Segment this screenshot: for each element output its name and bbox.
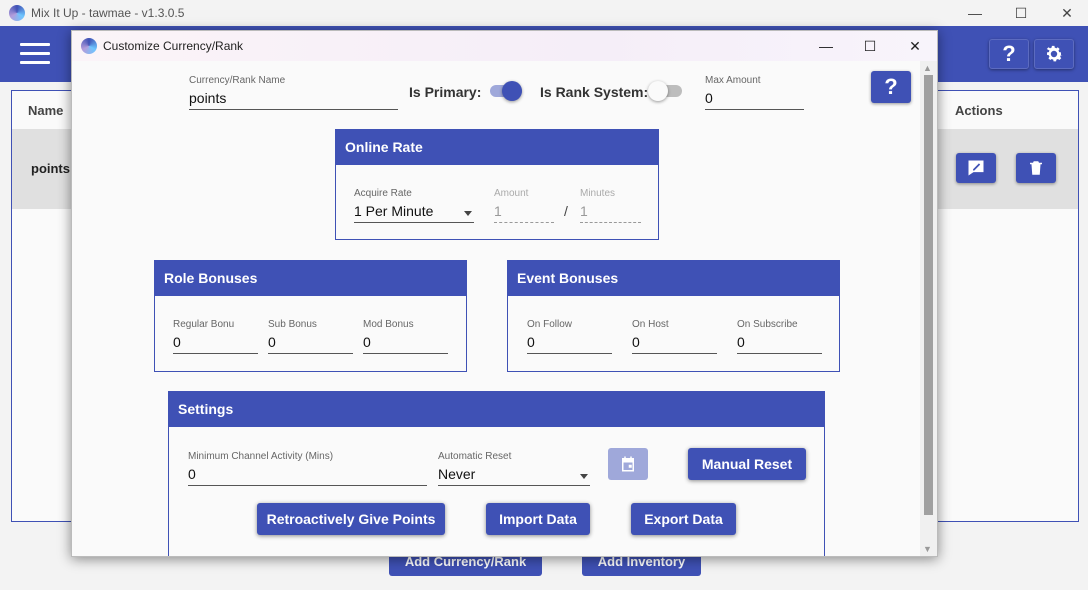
manual-reset-button[interactable]: Manual Reset [688, 448, 806, 480]
app-logo-icon [9, 5, 25, 21]
role-bonuses-header: Role Bonuses [155, 261, 466, 296]
minutes-label: Minutes [580, 188, 616, 199]
dialog-help-button[interactable]: ? [871, 71, 911, 103]
on-host-field[interactable]: On Host 0 [632, 319, 717, 354]
calendar-icon [622, 456, 634, 472]
scroll-down-icon[interactable]: ▼ [923, 544, 932, 554]
dialog-minimize-button[interactable]: — [803, 31, 849, 61]
max-amount-label: Max Amount [705, 75, 761, 86]
main-maximize-button[interactable]: ☐ [998, 0, 1044, 26]
event-bonuses-header: Event Bonuses [508, 261, 839, 296]
main-settings-button[interactable] [1034, 39, 1074, 69]
on-follow-field[interactable]: On Follow 0 [527, 319, 612, 354]
event-bonuses-card: Event Bonuses On Follow 0 On Host 0 On S… [507, 260, 840, 372]
minutes-input: 1 [580, 201, 641, 223]
acquire-rate-selected: 1 Per Minute [354, 203, 434, 219]
amount-field: Amount 1 [494, 188, 554, 223]
amount-label: Amount [494, 188, 529, 199]
online-rate-header: Online Rate [336, 130, 658, 165]
gear-icon [1046, 45, 1063, 62]
retroactive-points-button[interactable]: Retroactively Give Points [257, 503, 445, 535]
actions-column-header: Actions [955, 103, 1003, 118]
trash-icon [1030, 161, 1042, 175]
is-rank-system-label: Is Rank System: [540, 84, 649, 100]
scroll-up-icon[interactable]: ▲ [923, 63, 932, 73]
dialog-scrollbar[interactable]: ▲ ▼ [920, 61, 937, 556]
on-follow-input[interactable]: 0 [527, 332, 612, 354]
currency-name-input[interactable]: points [189, 88, 398, 110]
currency-name-field[interactable]: Currency/Rank Name points [189, 75, 398, 110]
sub-bonus-input[interactable]: 0 [268, 332, 353, 354]
automatic-reset-selected: Never [438, 466, 476, 482]
acquire-rate-value[interactable]: 1 Per Minute [354, 201, 474, 223]
scroll-thumb[interactable] [924, 75, 933, 515]
main-titlebar: Mix It Up - tawmae - v1.3.0.5 — ☐ ✕ [0, 0, 1088, 26]
on-subscribe-field[interactable]: On Subscribe 0 [737, 319, 822, 354]
max-amount-input[interactable]: 0 [705, 88, 804, 110]
min-activity-label: Minimum Channel Activity (Mins) [188, 451, 334, 462]
main-minimize-button[interactable]: — [952, 0, 998, 26]
on-host-label: On Host [632, 319, 669, 330]
export-data-button[interactable]: Export Data [631, 503, 736, 535]
regular-bonus-field[interactable]: Regular Bonu 0 [173, 319, 258, 354]
reset-date-button [608, 448, 648, 480]
role-bonuses-card: Role Bonuses Regular Bonu 0 Sub Bonus 0 … [154, 260, 467, 372]
on-subscribe-label: On Subscribe [737, 319, 798, 330]
is-primary-label: Is Primary: [409, 84, 482, 100]
mod-bonus-input[interactable]: 0 [363, 332, 448, 354]
is-primary-toggle[interactable] [488, 80, 524, 102]
edit-button[interactable] [956, 153, 996, 183]
automatic-reset-dropdown[interactable]: Automatic Reset Never [438, 451, 590, 486]
main-window-title: Mix It Up - tawmae - v1.3.0.5 [31, 6, 185, 20]
dialog-titlebar: Customize Currency/Rank — ☐ ✕ [72, 31, 937, 61]
min-activity-input[interactable]: 0 [188, 464, 427, 486]
main-help-button[interactable]: ? [989, 39, 1029, 69]
chevron-down-icon [464, 211, 472, 216]
min-activity-field[interactable]: Minimum Channel Activity (Mins) 0 [188, 451, 427, 486]
main-close-button[interactable]: ✕ [1044, 0, 1088, 26]
chevron-down-icon [580, 474, 588, 479]
automatic-reset-value[interactable]: Never [438, 464, 590, 486]
settings-card: Settings Minimum Channel Activity (Mins)… [168, 391, 825, 556]
rate-separator: / [564, 203, 568, 219]
mod-bonus-field[interactable]: Mod Bonus 0 [363, 319, 448, 354]
dialog-maximize-button[interactable]: ☐ [847, 31, 893, 61]
on-host-input[interactable]: 0 [632, 332, 717, 354]
automatic-reset-label: Automatic Reset [438, 451, 512, 462]
edit-icon [968, 160, 984, 176]
regular-bonus-input[interactable]: 0 [173, 332, 258, 354]
max-amount-field[interactable]: Max Amount 0 [705, 75, 804, 110]
name-column-header: Name [28, 103, 64, 118]
mod-bonus-label: Mod Bonus [363, 319, 414, 330]
dialog-title: Customize Currency/Rank [103, 39, 244, 53]
amount-input: 1 [494, 201, 554, 223]
sub-bonus-field[interactable]: Sub Bonus 0 [268, 319, 353, 354]
acquire-rate-label: Acquire Rate [354, 188, 412, 199]
delete-button[interactable] [1016, 153, 1056, 183]
on-subscribe-input[interactable]: 0 [737, 332, 822, 354]
settings-header: Settings [169, 392, 824, 427]
sub-bonus-label: Sub Bonus [268, 319, 317, 330]
hamburger-menu-icon[interactable] [20, 43, 50, 65]
dialog-logo-icon [81, 38, 97, 54]
minutes-field: Minutes 1 [580, 188, 641, 223]
customize-currency-dialog: Customize Currency/Rank — ☐ ✕ ▲ ▼ Curren… [71, 30, 938, 557]
import-data-button[interactable]: Import Data [486, 503, 590, 535]
row-name-cell: points [31, 161, 70, 176]
acquire-rate-dropdown[interactable]: Acquire Rate 1 Per Minute [354, 188, 474, 223]
on-follow-label: On Follow [527, 319, 573, 330]
regular-bonus-label: Regular Bonu [173, 319, 235, 330]
online-rate-card: Online Rate Acquire Rate 1 Per Minute Am… [335, 129, 659, 240]
is-rank-system-toggle[interactable] [648, 80, 684, 102]
dialog-close-button[interactable]: ✕ [892, 31, 937, 61]
currency-name-label: Currency/Rank Name [189, 75, 286, 86]
